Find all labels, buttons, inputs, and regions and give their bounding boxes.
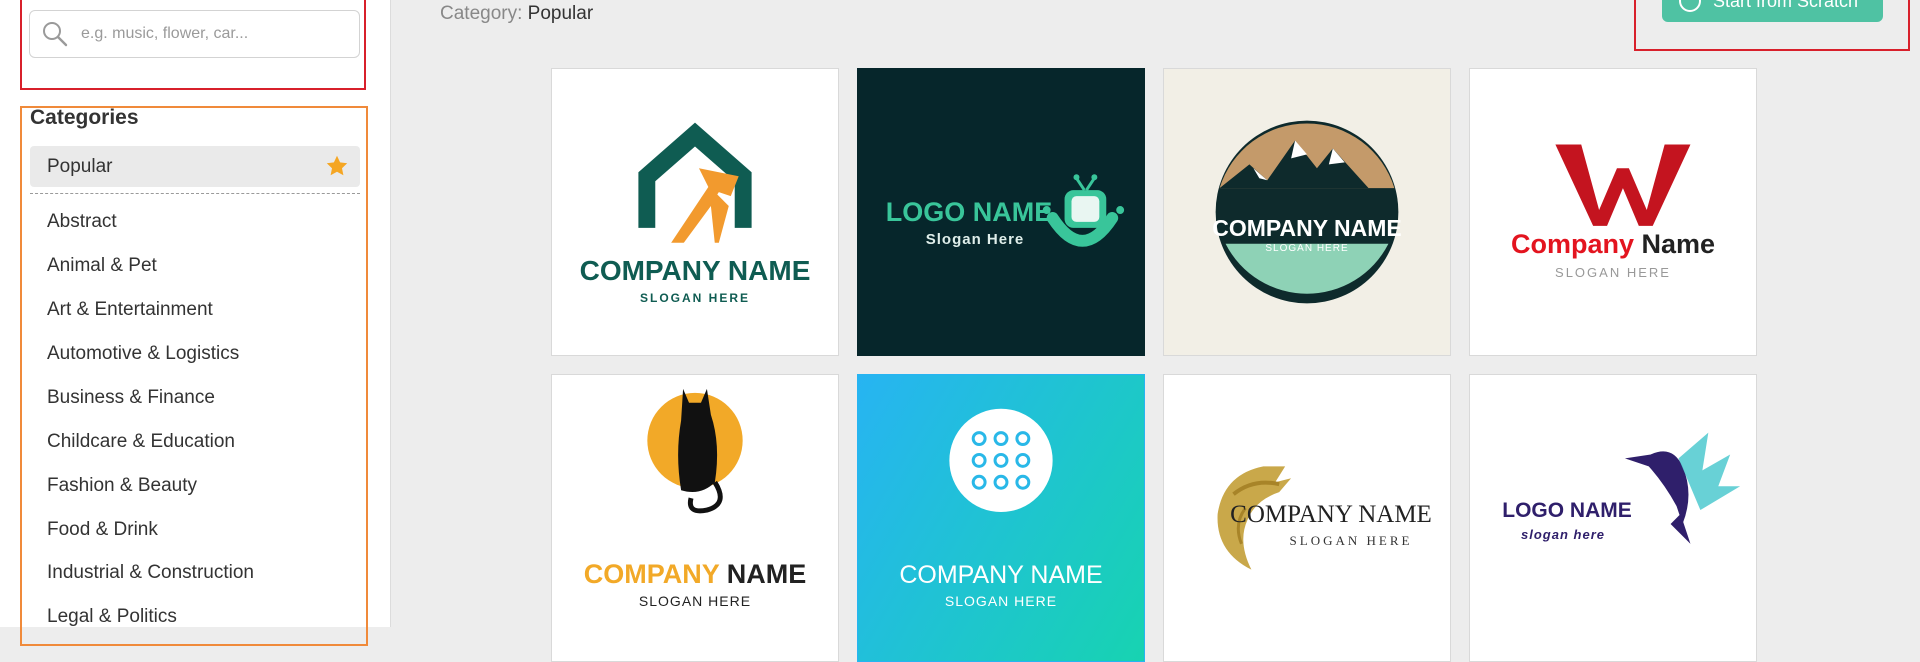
category-item[interactable]: Abstract — [47, 210, 117, 234]
category-item[interactable]: Business & Finance — [47, 386, 215, 410]
logo-template-card[interactable]: LOGO NAME Slogan Here — [857, 68, 1145, 356]
logo-template-card[interactable]: Company Name SLOGAN HERE — [1469, 68, 1757, 356]
logo-name-line: Company Name — [1470, 229, 1756, 260]
sidebar: Categories Popular Abstract Animal & Pet… — [0, 0, 391, 646]
category-value: Popular — [527, 3, 594, 24]
logo-name-part: Company — [1510, 229, 1634, 259]
logo-template-card[interactable]: LOGO NAME slogan here — [1469, 374, 1757, 662]
current-category: Category: Popular — [440, 2, 593, 26]
logo-name: LOGO NAME — [1502, 499, 1632, 522]
search-input[interactable] — [81, 11, 351, 57]
logo-template-card[interactable]: COMPANY NAME SLOGAN HERE — [857, 374, 1145, 662]
logo-name: COMPANY NAME — [1212, 215, 1402, 241]
search-icon — [43, 22, 68, 47]
category-label: Popular — [47, 156, 113, 177]
category-item[interactable]: Food & Drink — [47, 518, 158, 542]
search-field[interactable] — [29, 10, 360, 58]
category-item[interactable]: Childcare & Education — [47, 430, 235, 454]
house-hammer-icon — [638, 122, 752, 244]
w-monogram-icon — [1555, 144, 1691, 226]
categories-title: Categories — [30, 106, 139, 129]
category-item[interactable]: Fashion & Beauty — [47, 474, 197, 498]
logo-slogan: SLOGAN HERE — [638, 593, 752, 609]
logo-slogan: Slogan Here — [925, 231, 1025, 248]
logo-slogan: SLOGAN HERE — [1265, 243, 1349, 254]
category-item[interactable]: Animal & Pet — [47, 254, 157, 278]
logo-name-part: Name — [1641, 229, 1716, 259]
logo-template-card[interactable]: COMPANY NAME SLOGAN HERE — [1163, 374, 1451, 662]
category-item[interactable]: Automotive & Logistics — [47, 342, 239, 366]
logo-slogan: SLOGAN HERE — [639, 291, 750, 305]
logo-template-card[interactable]: COMPANY NAME SLOGAN HERE — [551, 68, 839, 356]
plus-circle-icon — [1679, 0, 1701, 12]
logo-name: LOGO NAME — [885, 197, 1053, 227]
logo-name-part: COMPANY — [583, 559, 720, 589]
start-from-scratch-button[interactable]: Start from Scratch — [1662, 0, 1883, 22]
star-icon — [326, 155, 348, 176]
logo-slogan: slogan here — [1521, 527, 1605, 542]
category-prefix: Category: — [440, 3, 523, 24]
start-button-label: Start from Scratch — [1713, 0, 1859, 11]
logo-name: COMPANY NAME — [1230, 501, 1432, 528]
category-item-popular[interactable]: Popular — [30, 146, 360, 187]
mountain-emblem-icon — [1215, 120, 1399, 304]
dots-circle-icon — [949, 408, 1053, 513]
category-item[interactable]: Legal & Politics — [47, 605, 177, 629]
logo-name: COMPANY NAME — [899, 561, 1103, 589]
category-item[interactable]: Art & Entertainment — [47, 298, 213, 322]
logo-slogan: SLOGAN HERE — [1289, 533, 1413, 548]
category-item[interactable]: Industrial & Construction — [47, 561, 254, 585]
logo-template-card[interactable]: COMPANY NAME SLOGAN HERE — [1163, 68, 1451, 356]
divider — [30, 193, 360, 194]
cat-sun-icon — [647, 388, 743, 514]
logo-slogan: SLOGAN HERE — [1555, 265, 1671, 280]
logo-name: COMPANY NAME — [579, 255, 811, 286]
logo-slogan: SLOGAN HERE — [944, 593, 1058, 609]
logo-name-line: COMPANY NAME — [552, 559, 838, 590]
logo-name-part: NAME — [726, 559, 807, 589]
logo-template-card[interactable]: COMPANY NAME SLOGAN HERE — [551, 374, 839, 662]
